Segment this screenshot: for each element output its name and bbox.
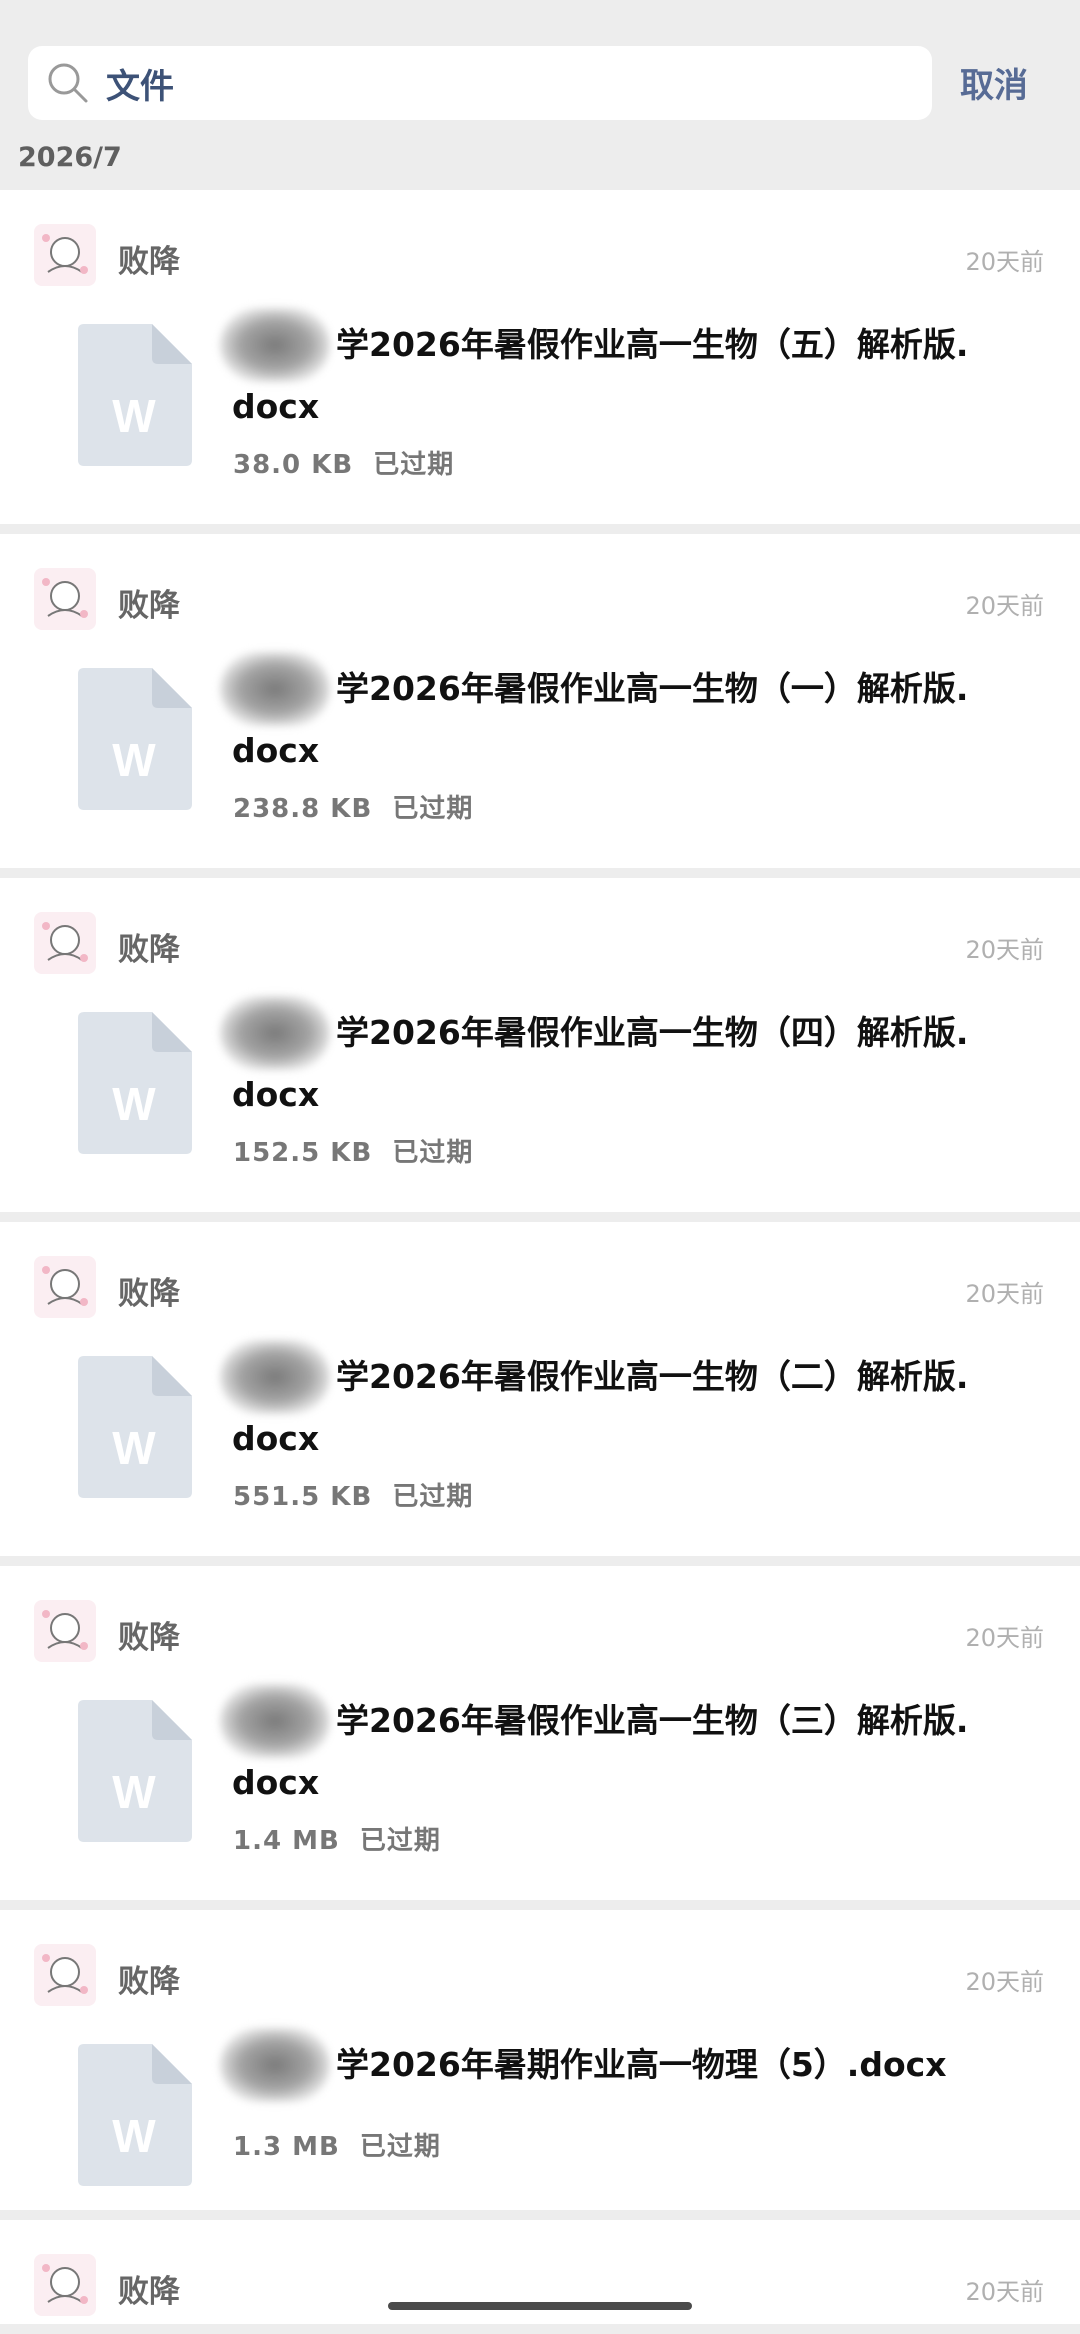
word-file-icon: W	[78, 668, 192, 810]
svg-text:W: W	[112, 734, 156, 786]
avatar	[34, 568, 96, 630]
file-size: 238.8 KB	[233, 794, 373, 824]
svg-text:W: W	[112, 1078, 156, 1130]
redacted-blur	[220, 2028, 330, 2102]
file-meta: 1.3 MB 已过期	[233, 2126, 441, 2163]
file-meta: 152.5 KB 已过期	[233, 1132, 473, 1169]
file-size: 38.0 KB	[233, 450, 354, 480]
list-item[interactable]: 败降 20天前 W 学2026年暑假作业高一生物（二）解析版.docx 551.…	[0, 1222, 1080, 1556]
file-status: 已过期	[392, 794, 474, 824]
word-file-icon: W	[78, 1012, 192, 1154]
sender-name: 败降	[118, 1620, 180, 1656]
svg-text:W: W	[112, 1422, 156, 1474]
word-file-icon: W	[78, 2044, 192, 2186]
sender-name: 败降	[118, 2274, 180, 2310]
file-meta: 1.4 MB 已过期	[233, 1820, 441, 1857]
list-item[interactable]: 败降 20天前 W 学2026年暑假作业高一生物（四）解析版.docx 152.…	[0, 878, 1080, 1212]
search-field[interactable]: 文件	[28, 46, 932, 120]
redacted-blur	[220, 652, 330, 726]
file-status: 已过期	[373, 450, 455, 480]
sender-name: 败降	[118, 1276, 180, 1312]
home-indicator[interactable]	[388, 2302, 692, 2310]
search-input[interactable]: 文件	[106, 59, 174, 108]
word-file-icon: W	[78, 1700, 192, 1842]
file-name: 学2026年暑假作业高一生物（三）解析版.docx	[220, 1684, 972, 1814]
redacted-blur	[220, 996, 330, 1070]
file-status: 已过期	[392, 1482, 474, 1512]
word-file-icon: W	[78, 1356, 192, 1498]
svg-text:W: W	[112, 1766, 156, 1818]
file-list: 败降 20天前 W 学2026年暑假作业高一生物（五）解析版.docx 38.0…	[0, 190, 1080, 2334]
list-item[interactable]: 败降 20天前 W 学2026年暑假作业高一生物（五）解析版.docx 38.0…	[0, 190, 1080, 524]
file-name: 学2026年暑假作业高一生物（四）解析版.docx	[220, 996, 972, 1126]
file-size: 551.5 KB	[233, 1482, 373, 1512]
file-meta: 551.5 KB 已过期	[233, 1476, 473, 1513]
avatar	[34, 1600, 96, 1662]
file-status: 已过期	[359, 1826, 441, 1856]
timestamp: 20天前	[965, 1968, 1044, 1996]
redacted-blur	[220, 308, 330, 382]
avatar	[34, 912, 96, 974]
timestamp: 20天前	[965, 1624, 1044, 1652]
avatar	[34, 1944, 96, 2006]
sender-name: 败降	[118, 1964, 180, 2000]
svg-text:W: W	[112, 2110, 156, 2162]
word-file-icon: W	[78, 324, 192, 466]
file-name: 学2026年暑假作业高一生物（二）解析版.docx	[220, 1340, 972, 1470]
timestamp: 20天前	[965, 936, 1044, 964]
list-item[interactable]: 败降 20天前 W 学2026年暑期作业高一物理（5）.docx 1.3 MB …	[0, 1910, 1080, 2210]
file-status: 已过期	[359, 2132, 441, 2162]
avatar	[34, 2254, 96, 2316]
file-size: 1.4 MB	[233, 1826, 340, 1856]
timestamp: 20天前	[965, 1280, 1044, 1308]
file-name: 学2026年暑期作业高一物理（5）.docx	[220, 2028, 972, 2102]
cancel-button[interactable]: 取消	[960, 58, 1028, 107]
file-size: 152.5 KB	[233, 1138, 373, 1168]
list-item[interactable]: 败降 20天前 W 学2026年暑假作业高一生物（三）解析版.docx 1.4 …	[0, 1566, 1080, 1900]
file-meta: 38.0 KB 已过期	[233, 444, 454, 481]
sender-name: 败降	[118, 244, 180, 280]
timestamp: 20天前	[965, 248, 1044, 276]
file-name: 学2026年暑假作业高一生物（一）解析版.docx	[220, 652, 972, 782]
timestamp: 20天前	[965, 592, 1044, 620]
sender-name: 败降	[118, 588, 180, 624]
file-meta: 238.8 KB 已过期	[233, 788, 473, 825]
file-size: 1.3 MB	[233, 2132, 340, 2162]
list-item[interactable]: 败降 20天前 W 学2026年暑假作业高一生物（一）解析版.docx 238.…	[0, 534, 1080, 868]
file-name: 学2026年暑假作业高一生物（五）解析版.docx	[220, 308, 972, 438]
svg-text:W: W	[112, 390, 156, 442]
timestamp: 20天前	[965, 2278, 1044, 2306]
avatar	[34, 224, 96, 286]
file-status: 已过期	[392, 1138, 474, 1168]
date-section-header: 2026/7	[18, 142, 122, 173]
search-header: 文件 取消 2026/7	[0, 0, 1080, 188]
redacted-blur	[220, 1340, 330, 1414]
search-icon	[48, 63, 88, 103]
sender-name: 败降	[118, 932, 180, 968]
avatar	[34, 1256, 96, 1318]
redacted-blur	[220, 1684, 330, 1758]
